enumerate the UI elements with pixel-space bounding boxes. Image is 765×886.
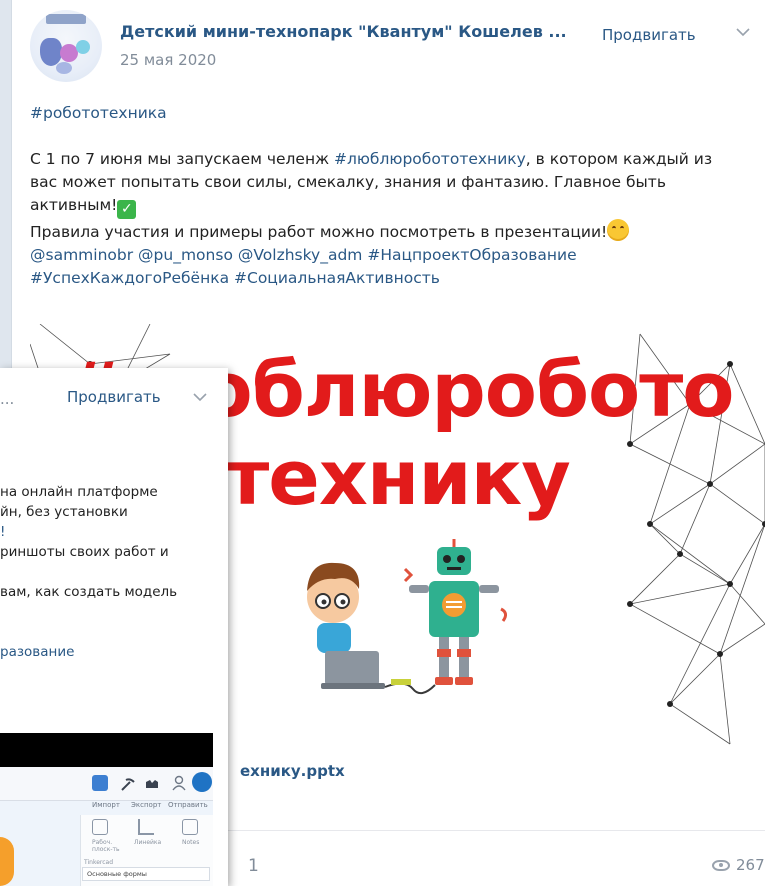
app-toolbar [0,767,213,801]
ruler-icon[interactable] [138,819,154,835]
overlay-text-line [0,602,228,622]
hashtag-link[interactable]: #робототехника [30,104,167,122]
mention-link[interactable]: @samminobr [30,246,133,264]
workplane-label: Рабоч. плоск-ть [92,839,120,853]
import-button[interactable]: Импорт [92,801,120,809]
overlay-text-line: йн, без установки [0,504,128,520]
eye-icon [712,859,730,871]
video-top-bar [0,733,213,767]
hashtag-link[interactable]: #люблюробототехнику [334,150,526,168]
mention-link[interactable]: @Volzhsky_adm [238,246,363,264]
shapes-select-value: Основные формы [87,870,147,878]
attachment-file-link[interactable]: ехнику.pptx [240,762,345,780]
overlay-text-line [0,622,228,642]
notes-icon[interactable] [182,819,198,835]
mention-link[interactable]: @pu_monso [138,246,233,264]
group-name-link[interactable]: Детский мини-технопарк "Квантум" Кошелев… [120,22,567,41]
overlay-text-line: риншоты своих работ и [0,544,169,560]
user-icon[interactable] [170,774,188,792]
post-paragraph: С 1 по 7 июня мы запускаем челенж [30,150,334,168]
robot-illustration [307,539,508,695]
shapes-select[interactable]: Основные формы [82,867,210,881]
chevron-down-icon[interactable] [736,27,750,37]
overlay-text-line: ! [0,524,6,540]
app-screenshot: Импорт Экспорт Отправить Рабоч. плоск-ть… [0,767,213,886]
post-text: #робототехника С 1 по 7 июня мы запускае… [30,102,758,290]
views-count: 267 [736,856,765,874]
pickaxe-icon[interactable] [120,776,136,792]
ruler-label: Линейка [134,839,162,846]
overlay-text-line: на онлайн платформе [0,484,158,500]
hashtag-link[interactable]: #УспехКаждогоРебёнка [30,269,229,287]
apps-grid-icon[interactable] [92,775,108,791]
overlay-post-text: на онлайн платформе йн, без установки ! … [0,482,228,662]
notes-label: Notes [182,839,200,846]
post-paragraph: активным! [30,196,118,214]
group-avatar[interactable] [30,10,102,82]
smile-emoji-icon [607,219,630,241]
overlay-text-line [0,562,228,582]
overlay-post-card: ... Продвигать на онлайн платформе йн, б… [0,368,228,886]
workplane-icon[interactable] [92,819,108,835]
post-paragraph: вас может попытать свои силы, смекалку, … [30,173,666,191]
overlay-text-line: вам, как создать модель [0,584,178,600]
chevron-down-icon[interactable] [193,392,207,402]
like-count[interactable]: 1 [248,856,259,876]
hashtag-link[interactable]: разование [0,642,228,662]
hashtag-link[interactable]: #НацпроектОбразование [367,246,576,264]
profile-avatar[interactable] [192,772,212,792]
promote-button[interactable]: Продвигать [602,26,696,44]
hashtag-link[interactable]: #СоциальнаяАктивность [234,269,440,287]
shapes-caption: Tinkercad [84,859,114,866]
export-button[interactable]: Экспорт [131,801,161,809]
truncated-group-name[interactable]: ... [0,390,14,408]
check-mark-icon: ✓ [117,200,137,219]
post-date[interactable]: 25 мая 2020 [120,51,216,69]
send-button[interactable]: Отправить [168,801,208,809]
post-paragraph: , в котором каждый из [525,150,713,168]
blocks-icon[interactable] [144,776,160,792]
post-paragraph: Правила участия и примеры работ можно по… [30,223,608,241]
promote-button[interactable]: Продвигать [67,388,161,406]
workplane-object[interactable] [0,837,14,886]
views-counter: 267 [712,856,765,874]
